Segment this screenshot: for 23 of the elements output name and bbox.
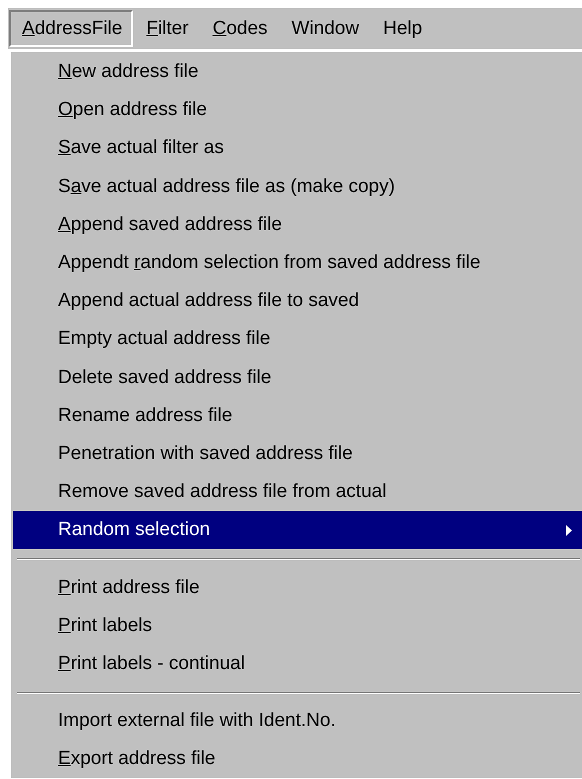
menu-item[interactable]: Penetration with saved address file [13, 434, 582, 474]
menu-bar-item[interactable]: Help [370, 10, 434, 47]
menu-item[interactable]: Appendt random selection from saved address file [13, 244, 582, 282]
menu-item[interactable]: Import external file with Ident.No. [13, 702, 582, 740]
menu-bar-item[interactable]: AddressFile [9, 10, 134, 47]
menu-item[interactable]: Append saved address file [13, 206, 582, 244]
menu-item[interactable]: Open address file [13, 91, 582, 130]
menu-item[interactable]: Delete saved address file [13, 358, 582, 397]
menu-item[interactable]: Save actual filter as [13, 129, 582, 168]
menu-item[interactable]: Export address file [13, 740, 582, 778]
menu-bar-item[interactable]: Window [278, 10, 370, 47]
menu-item[interactable]: Rename address file [13, 396, 582, 435]
menu-item[interactable]: Remove saved address file from actual [13, 473, 582, 512]
menu-item[interactable]: New address file [13, 53, 582, 92]
menu-item[interactable]: Random selection [13, 511, 582, 550]
menu-item[interactable]: Print address file [13, 568, 582, 607]
menu-bar-item[interactable]: Filter [133, 10, 200, 47]
menu-item[interactable]: Empty actual address file [13, 320, 582, 358]
menu-item[interactable]: Print labels - continual [13, 644, 582, 683]
menu-bar-item[interactable]: Codes [200, 10, 279, 47]
menu-item[interactable]: Print labels [13, 606, 582, 645]
menu-item[interactable]: Save actual address file as (make copy) [13, 168, 582, 206]
menu-item[interactable]: Append actual address file to saved [13, 282, 582, 320]
